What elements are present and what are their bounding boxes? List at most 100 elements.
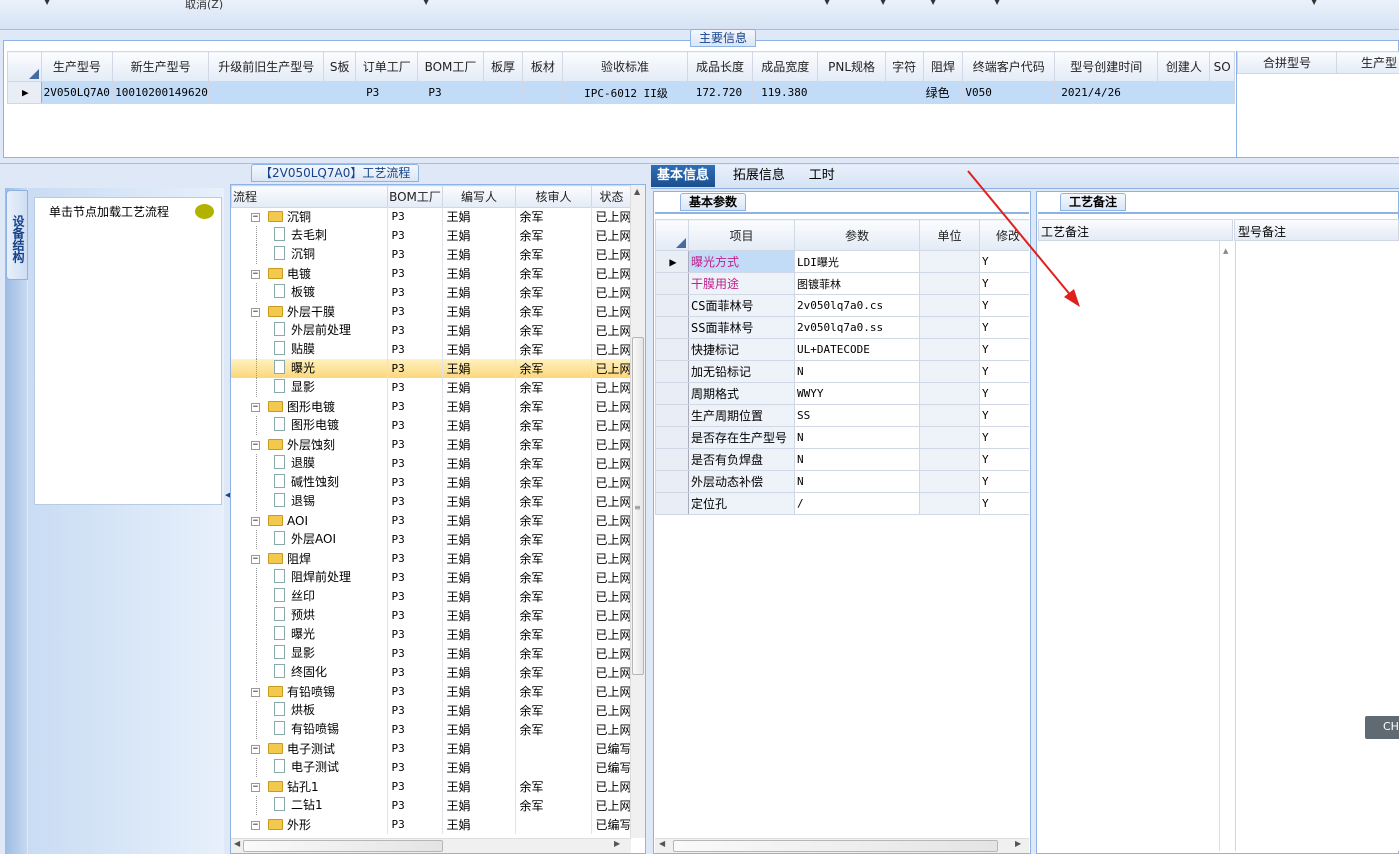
tree-cell-writer[interactable]: 王娟 [442, 777, 516, 796]
param-row[interactable]: 定位孔 / Y [655, 492, 1029, 515]
tree-row[interactable]: 去毛刺 P3 王娟 余军 已上网 [231, 226, 631, 245]
tree-cell-bom[interactable]: P3 [387, 226, 443, 245]
tree-cell-status[interactable]: 已上网 [591, 207, 631, 226]
tree-row[interactable]: − 电镀 P3 王娟 余军 已上网 [231, 264, 631, 283]
col-header[interactable]: BOM工厂 [417, 51, 484, 82]
tree-cell-reviewer[interactable]: 余军 [515, 283, 592, 302]
tree-row[interactable]: 烘板 P3 王娟 余军 已上网 [231, 701, 631, 720]
col-header[interactable]: 流程 [231, 185, 388, 208]
tree-cell-reviewer[interactable]: 余军 [515, 625, 592, 644]
tree-node[interactable]: 碱性蚀刻 [231, 473, 388, 492]
tree-node[interactable]: 烘板 [231, 701, 388, 720]
collapse-icon[interactable]: − [251, 213, 260, 222]
col-header[interactable]: 订单工厂 [355, 51, 419, 82]
tree-cell-reviewer[interactable]: 余军 [515, 682, 592, 701]
tree-node[interactable]: 有铅喷锡 [231, 720, 388, 739]
tree-cell-status[interactable]: 已上网 [591, 701, 631, 720]
tree-node[interactable]: 退锡 [231, 492, 388, 511]
tree-cell-writer[interactable]: 王娟 [442, 606, 516, 625]
tree-row[interactable]: 退膜 P3 王娟 余军 已上网 [231, 454, 631, 473]
table-row[interactable]: ▶ 2V050LQ7A0 10010200149620 P3 P3 IPC-60… [7, 81, 1235, 104]
process-flow-tree[interactable]: 流程 BOM工厂 编写人 核审人 状态 − 沉铜 P3 王娟 余军 已上网 去毛刺 P3 王娟余… [230, 184, 646, 854]
tree-cell-writer[interactable]: 王娟 [442, 644, 516, 663]
table-cell[interactable] [1157, 81, 1211, 104]
tree-cell-status[interactable]: 已上网 [591, 606, 631, 625]
param-row[interactable]: 是否有负焊盘 N Y [655, 448, 1029, 471]
param-value[interactable]: N [794, 448, 920, 471]
tree-cell-bom[interactable]: P3 [387, 549, 443, 568]
collapse-icon[interactable]: − [251, 555, 260, 564]
collapse-icon[interactable]: − [251, 270, 260, 279]
tree-cell-bom[interactable]: P3 [387, 454, 443, 473]
param-value[interactable]: LDI曝光 [794, 250, 920, 273]
param-value[interactable]: N [794, 426, 920, 449]
tree-cell-status[interactable]: 已上网 [591, 435, 631, 454]
col-header[interactable]: BOM工厂 [387, 185, 443, 208]
param-value[interactable]: UL+DATECODE [794, 338, 920, 361]
tree-cell-bom[interactable]: P3 [387, 625, 443, 644]
tree-row[interactable]: 外层前处理 P3 王娟 余军 已上网 [231, 321, 631, 340]
collapse-icon[interactable]: − [251, 441, 260, 450]
tree-cell-writer[interactable]: 王娟 [442, 796, 516, 815]
tree-cell-bom[interactable]: P3 [387, 568, 443, 587]
table-cell[interactable]: V050 [962, 81, 1056, 104]
tree-cell-status[interactable]: 已上网 [591, 720, 631, 739]
tree-cell-writer[interactable]: 王娟 [442, 663, 516, 682]
tree-cell-status[interactable]: 已上网 [591, 492, 631, 511]
param-value[interactable]: SS [794, 404, 920, 427]
tree-node[interactable]: − 沉铜 [231, 207, 388, 226]
table-cell[interactable] [1209, 81, 1235, 104]
col-header[interactable]: 核审人 [515, 185, 592, 208]
tree-row[interactable]: 外层AOI P3 王娟 余军 已上网 [231, 530, 631, 549]
tree-cell-bom[interactable]: P3 [387, 435, 443, 454]
param-row[interactable]: SS面菲林号 2v050lq7a0.ss Y [655, 316, 1029, 339]
tree-cell-bom[interactable]: P3 [387, 397, 443, 416]
tree-cell-status[interactable]: 已上网 [591, 682, 631, 701]
tree-cell-reviewer[interactable]: 余军 [515, 663, 592, 682]
tree-cell-bom[interactable]: P3 [387, 758, 443, 777]
param-value[interactable]: 图镀菲林 [794, 272, 920, 295]
table-cell[interactable] [817, 81, 886, 104]
tree-cell-reviewer[interactable] [515, 739, 592, 758]
col-header[interactable]: 板材 [522, 51, 564, 82]
tree-node[interactable]: 去毛刺 [231, 226, 388, 245]
tree-cell-reviewer[interactable]: 余军 [515, 321, 592, 340]
tree-cell-status[interactable]: 已上网 [591, 663, 631, 682]
tree-cell-bom[interactable]: P3 [387, 530, 443, 549]
tree-node[interactable]: 丝印 [231, 587, 388, 606]
tree-node[interactable]: 外层前处理 [231, 321, 388, 340]
tree-row[interactable]: 预烘 P3 王娟 余军 已上网 [231, 606, 631, 625]
tree-cell-writer[interactable]: 王娟 [442, 568, 516, 587]
tree-cell-reviewer[interactable]: 余军 [515, 606, 592, 625]
param-row[interactable]: 生产周期位置 SS Y [655, 404, 1029, 427]
param-unit[interactable] [919, 470, 980, 493]
tree-cell-bom[interactable]: P3 [387, 739, 443, 758]
tab-basic-info[interactable]: 基本信息 [651, 165, 716, 187]
tree-cell-status[interactable]: 已上网 [591, 302, 631, 321]
tree-cell-status[interactable]: 已上网 [591, 264, 631, 283]
tree-node[interactable]: 外层AOI [231, 530, 388, 549]
tree-cell-bom[interactable]: P3 [387, 321, 443, 340]
tree-cell-status[interactable]: 已上网 [591, 644, 631, 663]
param-row[interactable]: 周期格式 WWYY Y [655, 382, 1029, 405]
param-modify[interactable]: Y [979, 492, 1029, 515]
tree-cell-reviewer[interactable]: 余军 [515, 568, 592, 587]
collapse-icon[interactable]: − [251, 516, 260, 526]
tree-row[interactable]: 碱性蚀刻 P3 王娟 余军 已上网 [231, 473, 631, 492]
col-header[interactable]: 状态 [591, 185, 632, 208]
tree-row[interactable]: − 钻孔1 P3 王娟 余军 已上网 [231, 777, 631, 796]
tree-cell-writer[interactable]: 王娟 [442, 758, 516, 777]
tree-cell-reviewer[interactable]: 余军 [515, 226, 592, 245]
tree-cell-status[interactable]: 已上网 [591, 473, 631, 492]
tree-cell-bom[interactable]: P3 [387, 796, 443, 815]
tree-node[interactable]: − 钻孔1 [231, 777, 388, 796]
tree-row[interactable]: − 图形电镀 P3 王娟 余军 已上网 [231, 397, 631, 416]
tree-node[interactable]: 阻焊前处理 [231, 568, 388, 587]
tree-cell-writer[interactable]: 王娟 [442, 264, 516, 283]
tree-row[interactable]: 有铅喷锡 P3 王娟 余军 已上网 [231, 720, 631, 739]
param-value[interactable]: N [794, 470, 920, 493]
tree-row[interactable]: 显影 P3 王娟 余军 已上网 [231, 644, 631, 663]
tree-cell-writer[interactable]: 王娟 [442, 625, 516, 644]
table-cell[interactable] [208, 81, 325, 104]
table-cell[interactable] [522, 81, 564, 104]
